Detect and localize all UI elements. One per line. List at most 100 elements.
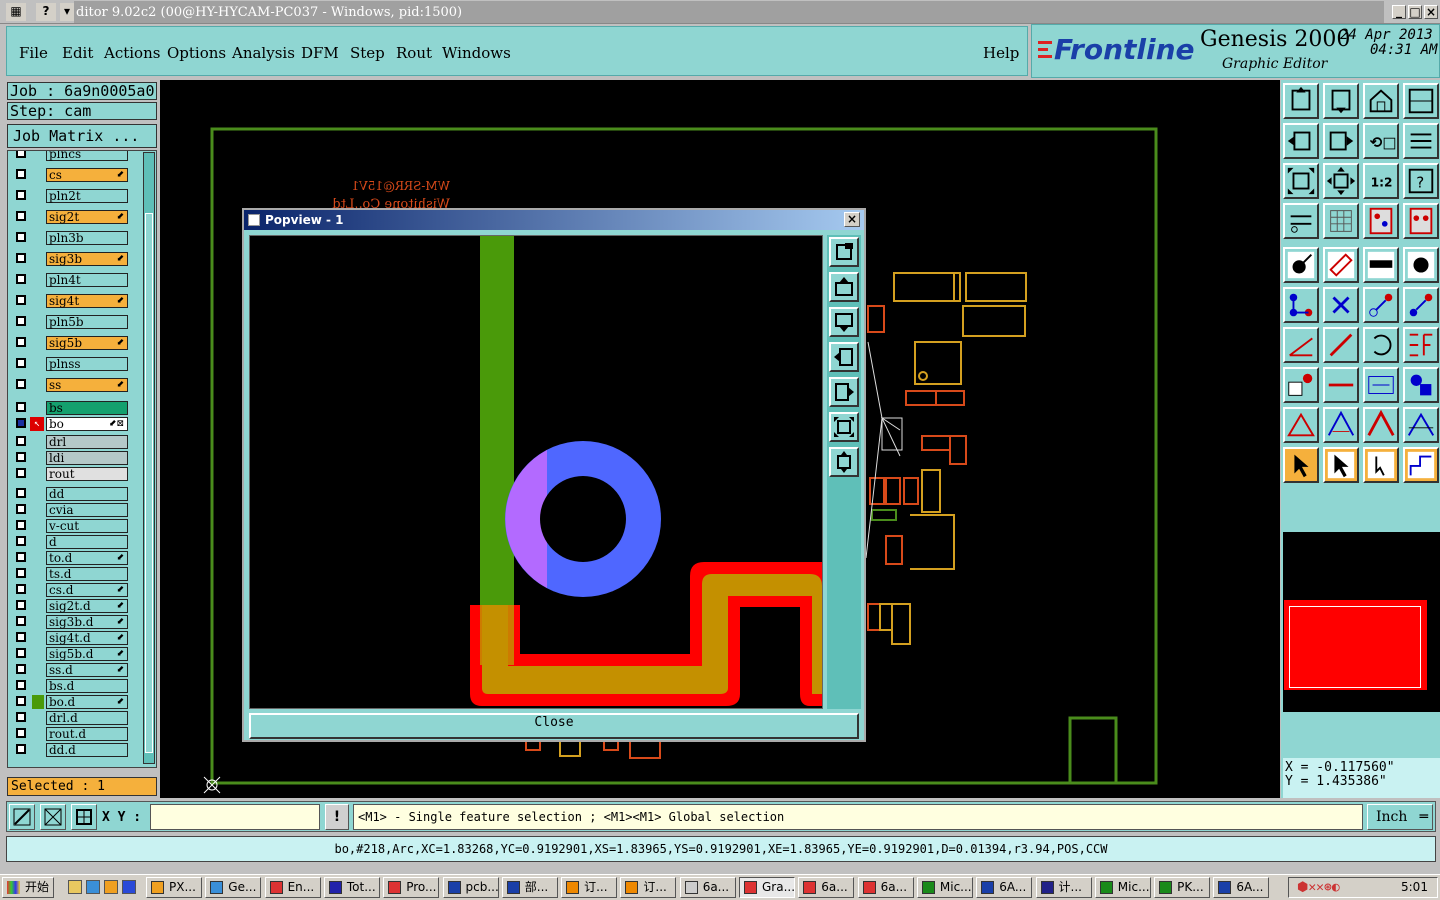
quicklaunch-clock-icon[interactable] xyxy=(104,880,118,894)
layer-display-icon[interactable] xyxy=(1403,203,1439,239)
task-button[interactable]: PK... xyxy=(1154,877,1211,898)
task-button[interactable]: Gra... xyxy=(739,877,795,898)
task-button[interactable]: 6a... xyxy=(798,877,855,898)
open-icon[interactable] xyxy=(1283,83,1319,119)
layer-checkbox[interactable] xyxy=(16,295,26,305)
layer-row[interactable]: ldi xyxy=(12,451,132,465)
task-button[interactable]: PX... xyxy=(146,877,202,898)
layer-name[interactable]: drl xyxy=(46,435,128,449)
zoom-fit-icon[interactable] xyxy=(1283,163,1319,199)
layer-checkbox[interactable] xyxy=(16,253,26,263)
system-menu-icon[interactable]: ▦ xyxy=(6,3,26,21)
menu-file[interactable]: File xyxy=(19,44,48,62)
layer-row[interactable]: ↖ bo ⬋⊠ xyxy=(12,417,132,431)
layer-checkbox[interactable] xyxy=(16,488,26,498)
layer-checkbox[interactable] xyxy=(16,616,26,626)
select-box-icon[interactable] xyxy=(1323,447,1359,483)
layer-name[interactable]: cs.d ⬋ xyxy=(46,583,128,597)
layer-checkbox[interactable] xyxy=(16,232,26,242)
layer-row[interactable]: pln4t xyxy=(12,273,132,287)
layer-row[interactable]: v-cut xyxy=(12,519,132,533)
layer-row[interactable]: dd.d xyxy=(12,743,132,757)
quicklaunch-globe-icon[interactable] xyxy=(122,880,136,894)
layer-name[interactable]: ts.d xyxy=(46,567,128,581)
layer-name[interactable]: sig5b ⬋ xyxy=(46,336,128,350)
menu-help[interactable]: Help xyxy=(983,44,1019,62)
layer-name[interactable]: cs ⬋ xyxy=(46,168,128,182)
layer-row[interactable]: sig2t ⬋ xyxy=(12,210,132,224)
angle-icon[interactable] xyxy=(1283,327,1319,363)
task-button[interactable]: pcb... xyxy=(442,877,499,898)
layer-name[interactable]: ss.d ⬋ xyxy=(46,663,128,677)
layer-row[interactable]: rout.d xyxy=(12,727,132,741)
triangle-icon[interactable] xyxy=(1283,407,1319,443)
layer-checkbox[interactable] xyxy=(16,728,26,738)
task-button[interactable]: 6A... xyxy=(976,877,1033,898)
move-point-icon[interactable] xyxy=(1363,287,1399,323)
grid-icon[interactable] xyxy=(71,804,97,830)
layer-checkbox[interactable] xyxy=(16,436,26,446)
layer-row[interactable]: bs xyxy=(12,401,132,415)
measure-span-icon[interactable] xyxy=(1363,367,1399,403)
zoom-window-icon[interactable] xyxy=(829,237,859,267)
layer-row[interactable]: plnss xyxy=(12,357,132,371)
redraw-icon[interactable] xyxy=(1403,123,1439,159)
xy-input[interactable] xyxy=(150,804,320,830)
popview-close-button[interactable]: Close xyxy=(249,713,859,739)
layer-name[interactable]: pln2t xyxy=(46,189,128,203)
layer-scrollbar[interactable] xyxy=(143,152,155,764)
layer-name[interactable]: plncs xyxy=(46,151,128,161)
start-button[interactable]: 开始 xyxy=(2,877,54,898)
layer-row[interactable]: sig3b ⬋ xyxy=(12,252,132,266)
menu-analysis[interactable]: Analysis xyxy=(232,44,295,62)
slash-icon[interactable] xyxy=(1323,327,1359,363)
pan-right-icon[interactable] xyxy=(1323,123,1359,159)
layer-name[interactable]: bo ⬋⊠ xyxy=(46,417,128,431)
layer-checkbox[interactable] xyxy=(16,190,26,200)
fit-page-icon[interactable] xyxy=(1403,83,1439,119)
menu-actions[interactable]: Actions xyxy=(104,44,160,62)
menu-rout[interactable]: Rout xyxy=(396,44,432,62)
cut-line-icon[interactable] xyxy=(1323,367,1359,403)
menu-step[interactable]: Step xyxy=(350,44,385,62)
layer-checkbox[interactable] xyxy=(16,169,26,179)
pan-down-icon[interactable] xyxy=(829,307,859,337)
layer-checkbox[interactable] xyxy=(16,211,26,221)
menu-edit[interactable]: Edit xyxy=(62,44,93,62)
layer-checkbox[interactable] xyxy=(16,337,26,347)
menu-dfm[interactable]: DFM xyxy=(301,44,339,62)
popview-close-icon[interactable]: × xyxy=(844,212,860,227)
layer-name[interactable]: ldi xyxy=(46,451,128,465)
pad-icon[interactable] xyxy=(1283,247,1319,283)
measure-icon[interactable] xyxy=(40,804,66,830)
layer-checkbox[interactable] xyxy=(16,358,26,368)
layer-checkbox[interactable] xyxy=(16,744,26,754)
task-button[interactable]: 部... xyxy=(501,877,558,898)
pan-right-icon[interactable] xyxy=(829,377,859,407)
connect-icon[interactable] xyxy=(1283,287,1319,323)
layers-icon[interactable] xyxy=(1403,367,1439,403)
unit-selector[interactable]: Inch ═ xyxy=(1367,804,1433,830)
job-matrix-button[interactable]: Job Matrix ... xyxy=(7,124,157,148)
layer-name[interactable]: bo.d ⬋ xyxy=(46,695,128,709)
quicklaunch-desktop-icon[interactable] xyxy=(68,880,82,894)
select-feature-icon[interactable] xyxy=(1363,447,1399,483)
layer-checkbox[interactable] xyxy=(16,274,26,284)
scale-1-2-icon[interactable]: 1:2 xyxy=(1363,163,1399,199)
layer-row[interactable]: drl.d xyxy=(12,711,132,725)
minimize-button[interactable]: _ xyxy=(1392,5,1406,19)
layer-name[interactable]: bs xyxy=(46,401,128,415)
zoom-center-icon[interactable] xyxy=(1323,163,1359,199)
popview-canvas[interactable] xyxy=(249,235,823,709)
task-button[interactable]: 6A... xyxy=(1213,877,1270,898)
layer-name[interactable]: sig5b.d ⬋ xyxy=(46,647,128,661)
layer-checkbox[interactable] xyxy=(16,664,26,674)
pan-left-icon[interactable] xyxy=(1283,123,1319,159)
task-button[interactable]: Ge... xyxy=(205,877,262,898)
layer-row[interactable]: bs.d xyxy=(12,679,132,693)
alert-icon[interactable]: ! xyxy=(325,804,349,830)
layer-checkbox[interactable] xyxy=(16,680,26,690)
circle-icon[interactable] xyxy=(1403,247,1439,283)
layer-name[interactable]: d xyxy=(46,535,128,549)
layer-row[interactable]: sig3b.d ⬋ xyxy=(12,615,132,629)
